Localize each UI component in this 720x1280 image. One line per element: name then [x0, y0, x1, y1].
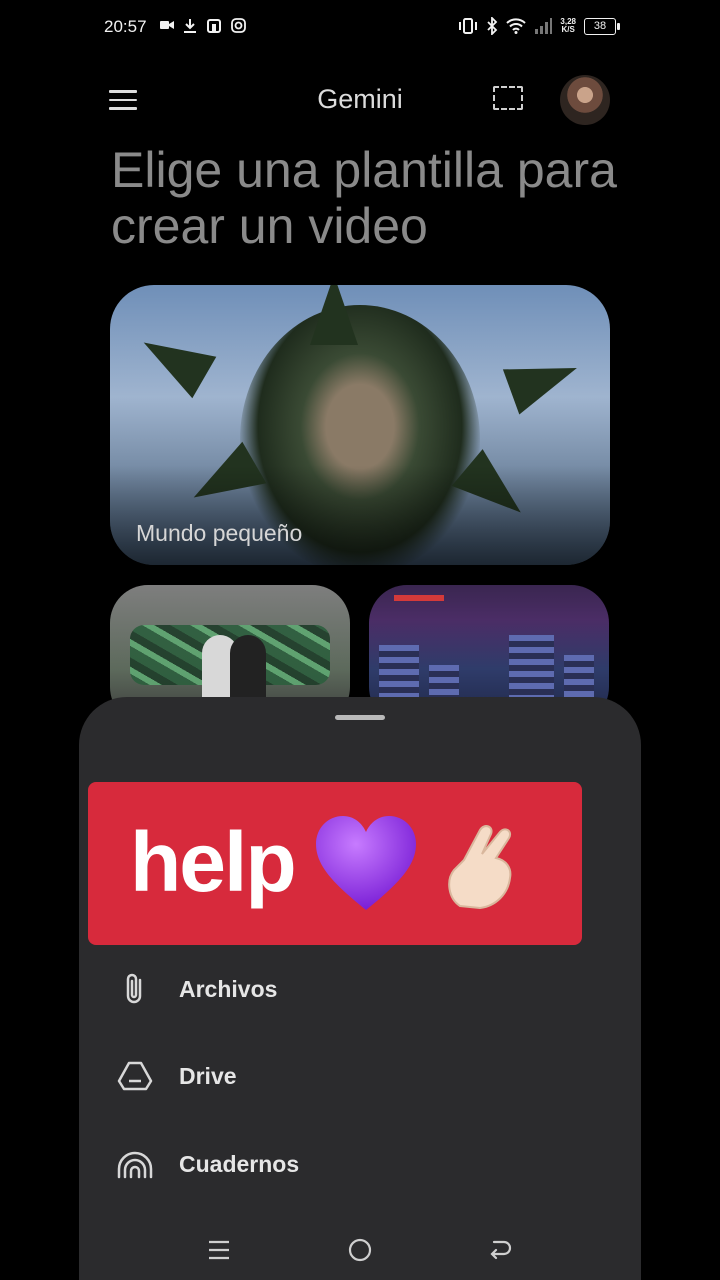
- app-bar: Gemini: [0, 60, 720, 140]
- vibrate-icon: [459, 18, 478, 34]
- avatar[interactable]: [560, 75, 610, 125]
- recent-apps-icon[interactable]: [199, 1230, 239, 1270]
- wifi-icon: [506, 18, 527, 34]
- system-nav-bar: [0, 1218, 720, 1280]
- status-time: 20:57: [104, 17, 147, 36]
- drive-icon: [109, 1056, 161, 1096]
- battery-indicator: 38: [584, 17, 620, 35]
- tree-shape: [502, 345, 586, 415]
- option-archivos[interactable]: Archivos: [109, 964, 529, 1014]
- notification-icons: [160, 18, 246, 34]
- back-icon[interactable]: [480, 1230, 520, 1270]
- system-icons: 3,28 K/S 38: [458, 17, 620, 35]
- speed-unit: K/S: [561, 25, 575, 34]
- status-bar: 20:57 3,28 K/S 38: [0, 0, 720, 56]
- page-title: Elige una plantilla para crear un video: [111, 142, 617, 254]
- template-card-mundo-pequeno[interactable]: Mundo pequeño: [110, 285, 610, 565]
- template-label: Mundo pequeño: [136, 520, 303, 546]
- download-icon: [184, 19, 196, 33]
- option-label: Cuadernos: [179, 1150, 300, 1177]
- cast-icon: [207, 19, 221, 33]
- option-drive[interactable]: Drive: [109, 1051, 529, 1101]
- option-cuadernos[interactable]: Cuadernos: [109, 1139, 529, 1189]
- bluetooth-icon: [487, 17, 498, 35]
- sticker-text: help: [130, 815, 297, 909]
- purple-heart-icon: [316, 816, 416, 910]
- instagram-icon: [231, 18, 246, 33]
- sheet-drag-handle[interactable]: [335, 715, 385, 720]
- option-label: Drive: [179, 1062, 237, 1089]
- game-health-bar: [394, 595, 444, 601]
- share-screen-icon[interactable]: [493, 86, 523, 110]
- app-title: Gemini: [317, 84, 403, 114]
- help-sticker: help: [88, 782, 582, 945]
- signal-icon: [535, 18, 553, 34]
- paperclip-icon: [109, 969, 161, 1009]
- network-speed: 3,28 K/S: [560, 18, 576, 34]
- notebooks-icon: [109, 1144, 161, 1184]
- tree-shape: [131, 321, 217, 399]
- tree-shape: [310, 285, 358, 345]
- crossed-fingers-icon: [448, 825, 512, 910]
- home-icon[interactable]: [340, 1230, 380, 1270]
- video-call-icon: [160, 21, 174, 29]
- option-label: Archivos: [179, 975, 278, 1002]
